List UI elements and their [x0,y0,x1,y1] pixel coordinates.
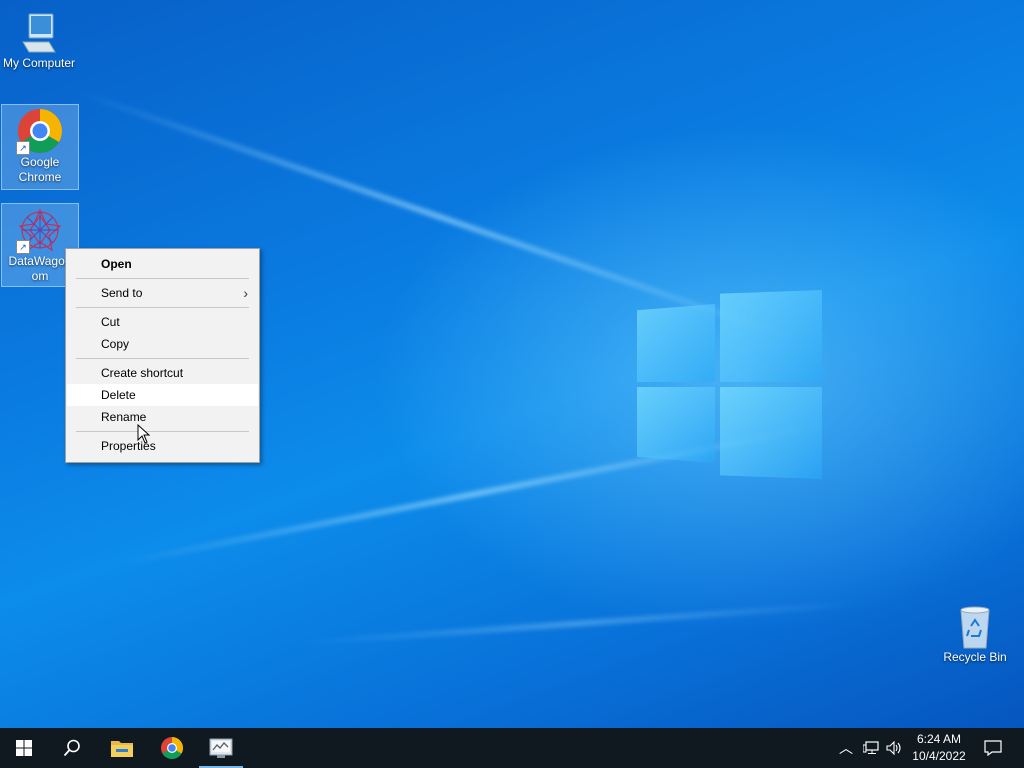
network-status[interactable] [860,728,882,768]
light-beam [299,600,859,646]
menu-item-create-shortcut[interactable]: Create shortcut [67,362,258,384]
datawagon-app-icon: ↗ [16,206,64,254]
chevron-right-icon: › [243,285,248,301]
clock-time: 6:24 AM [916,732,962,746]
menu-item-delete[interactable]: Delete [67,384,258,406]
chrome-icon [161,737,183,759]
desktop-icon-label: Chrome [18,170,62,184]
action-center-button[interactable] [978,728,1008,768]
desktop-icon-my-computer[interactable]: My Computer [1,6,77,76]
context-menu: Open Send to › Cut Copy Create shortcut … [65,248,260,463]
menu-item-cut[interactable]: Cut [67,311,258,333]
start-icon [16,740,32,756]
volume-control[interactable] [884,728,904,768]
menu-item-open[interactable]: Open [67,253,258,275]
menu-separator [76,358,249,359]
file-explorer-icon [111,741,133,757]
clock[interactable]: 6:24 AM 10/4/2022 [904,731,974,765]
menu-item-copy[interactable]: Copy [67,333,258,355]
menu-separator [76,431,249,432]
chevron-up-icon: ︿ [839,740,853,756]
mouse-cursor-icon [137,424,151,444]
notification-icon [984,740,1002,756]
taskbar: ︿ 6:24 AM 10/4/2022 [0,728,1024,768]
shortcut-arrow-icon: ↗ [16,240,30,254]
clock-date: 10/4/2022 [912,749,966,763]
search-icon [63,739,80,757]
desktop-icon-label: My Computer [2,56,76,70]
menu-item-send-to[interactable]: Send to › [67,282,258,304]
menu-item-label: Send to [101,286,143,300]
tray-overflow-button[interactable]: ︿ [836,728,856,768]
menu-item-rename[interactable]: Rename [67,406,258,428]
desktop-icon-label: Recycle Bin [943,650,1007,664]
desktop-icon-label: Google [20,155,60,169]
start-button[interactable] [0,728,48,768]
chrome-icon: ↗ [16,107,64,155]
datawagon-app-icon [209,738,233,758]
taskbar-datawagon[interactable] [197,728,245,768]
menu-separator [76,278,249,279]
shortcut-arrow-icon: ↗ [16,141,30,155]
desktop-icon-google-chrome[interactable]: ↗ Google Chrome [1,104,79,190]
menu-item-properties[interactable]: Properties [67,435,258,457]
recycle-bin-icon [951,602,999,650]
taskbar-file-explorer[interactable] [98,728,146,768]
menu-separator [76,307,249,308]
speaker-icon [886,741,901,755]
search-button[interactable] [48,728,96,768]
computer-icon [15,8,63,56]
network-icon [863,741,879,754]
taskbar-chrome[interactable] [148,728,196,768]
desktop-icon-recycle-bin[interactable]: Recycle Bin [937,600,1013,670]
